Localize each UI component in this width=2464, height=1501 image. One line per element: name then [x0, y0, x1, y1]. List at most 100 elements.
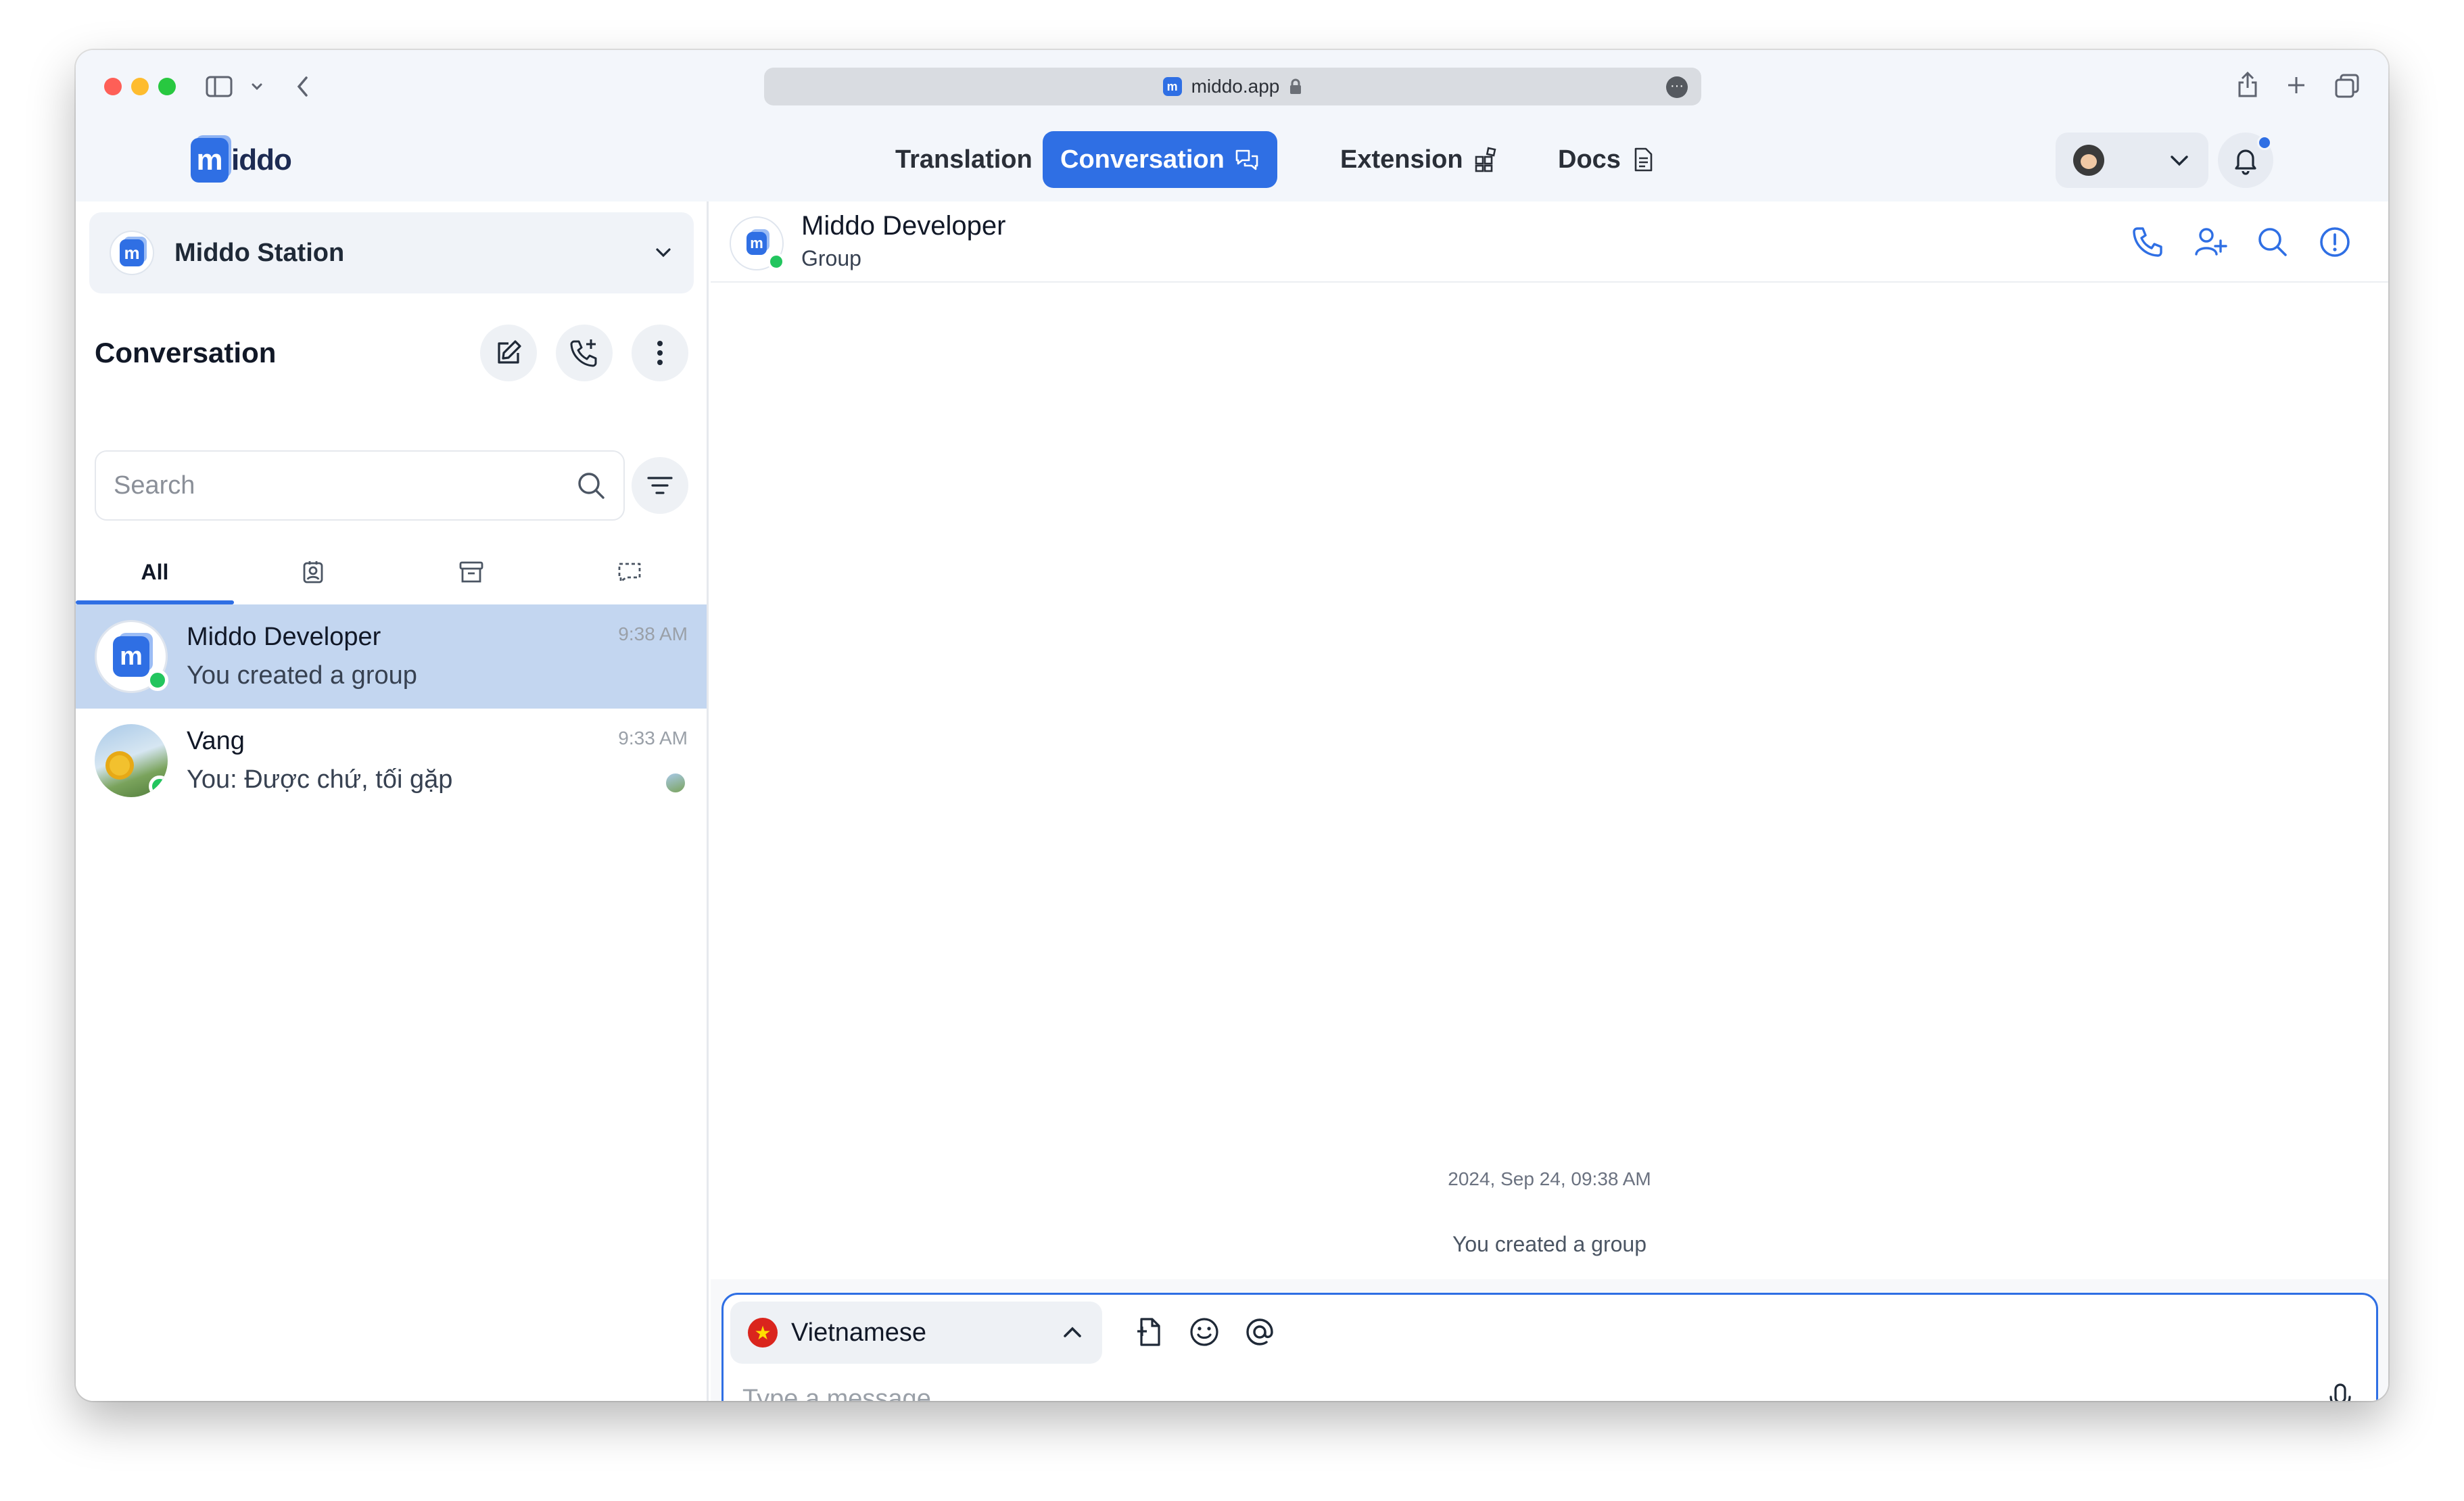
share-icon[interactable]	[2235, 70, 2260, 99]
close-window-button[interactable]	[104, 78, 122, 95]
mention-button[interactable]	[1241, 1314, 1278, 1350]
bell-icon	[2231, 145, 2260, 175]
system-message: You created a group	[1452, 1232, 1647, 1256]
chat-subtitle: Group	[801, 246, 861, 270]
station-name: Middo Station	[174, 238, 345, 267]
message-input[interactable]	[742, 1379, 2298, 1401]
conversation-time: 9:33 AM	[618, 728, 688, 748]
tab-label: All	[141, 559, 169, 584]
sidebar-title: Conversation	[95, 337, 277, 368]
message-composer: ★ Vietnamese	[721, 1293, 2378, 1401]
vietnam-flag-icon: ★	[748, 1318, 778, 1348]
conversation-avatar	[95, 724, 168, 797]
conversation-avatar: m	[95, 620, 168, 693]
station-avatar: m	[110, 231, 154, 275]
info-button[interactable]	[2317, 224, 2352, 260]
conversation-preview: You: Được chứ, tối gặp	[187, 765, 453, 794]
tab-contacts[interactable]	[234, 540, 392, 604]
nav-docs[interactable]: Docs	[1540, 131, 1674, 188]
nav-extension[interactable]: Extension	[1323, 131, 1516, 188]
language-label: Vietnamese	[791, 1318, 926, 1347]
chevron-down-icon	[653, 243, 673, 263]
tab-overview-icon[interactable]	[2334, 73, 2360, 99]
notifications-button[interactable]	[2218, 133, 2273, 188]
attach-file-button[interactable]	[1131, 1314, 1167, 1350]
tab-waiting[interactable]	[550, 540, 709, 604]
chat-header: m Middo Developer Group	[711, 201, 2388, 283]
zoom-window-button[interactable]	[158, 78, 176, 95]
conversation-item-vang[interactable]: Vang You: Được chứ, tối gặp 9:33 AM	[76, 709, 707, 813]
tab-all[interactable]: All	[76, 540, 234, 604]
conversation-time: 9:38 AM	[618, 623, 688, 644]
url-text: middo.app	[1191, 76, 1280, 97]
top-bar: m middo.app ··· m iddo Translation Conve…	[76, 50, 2388, 201]
sidebar-toggle-icon[interactable]	[206, 74, 233, 99]
minimize-window-button[interactable]	[131, 78, 149, 95]
nav-conversation[interactable]: Conversation	[1043, 131, 1277, 188]
search-input[interactable]	[114, 471, 576, 500]
contact-icon	[301, 560, 325, 584]
middo-logo-icon: m	[747, 232, 767, 255]
phone-plus-icon	[569, 337, 600, 368]
user-menu-button[interactable]	[2056, 133, 2208, 188]
message-timestamp: 2024, Sep 24, 09:38 AM	[1448, 1168, 1651, 1189]
online-status-dot	[149, 776, 168, 797]
new-tab-icon[interactable]	[2285, 74, 2307, 96]
conversation-item-middo-developer[interactable]: m Middo Developer You created a group 9:…	[76, 604, 707, 709]
document-icon	[1630, 147, 1656, 172]
dashed-chat-icon	[617, 560, 642, 584]
filter-icon	[646, 475, 673, 496]
nav-label: Conversation	[1060, 145, 1225, 174]
more-vertical-icon	[656, 339, 664, 366]
add-user-icon	[2193, 224, 2228, 260]
language-selector[interactable]: ★ Vietnamese	[730, 1302, 1102, 1364]
new-conversation-button[interactable]	[480, 325, 537, 381]
nav-label: Extension	[1340, 145, 1463, 174]
chevron-down-icon	[2168, 149, 2191, 172]
edit-icon	[494, 338, 523, 368]
phone-icon	[2131, 224, 2166, 260]
emoji-icon	[1186, 1314, 1223, 1350]
emoji-button[interactable]	[1186, 1314, 1223, 1350]
more-options-icon[interactable]: ···	[1666, 76, 1688, 98]
new-call-button[interactable]	[556, 325, 613, 381]
more-menu-button[interactable]	[632, 325, 688, 381]
browser-window: m middo.app ··· m iddo Translation Conve…	[76, 50, 2388, 1401]
middo-logo[interactable]: m iddo	[191, 138, 292, 183]
nav-label: Translation	[895, 145, 1033, 174]
filter-button[interactable]	[632, 457, 688, 514]
file-plus-icon	[1131, 1314, 1167, 1350]
chat-avatar[interactable]: m	[730, 216, 785, 270]
sidebar: m Middo Station Conversation Search All …	[76, 201, 709, 1401]
middo-logo-icon: m	[191, 138, 229, 183]
user-avatar	[2073, 145, 2104, 176]
at-sign-icon	[1241, 1314, 1278, 1350]
chat-panel: m Middo Developer Group 2024, Sep 24, 09…	[711, 201, 2388, 1401]
logo-text: iddo	[231, 143, 292, 176]
address-bar[interactable]: m middo.app ···	[764, 68, 1701, 105]
call-button[interactable]	[2131, 224, 2166, 260]
search-box[interactable]	[95, 450, 625, 521]
search-icon	[2255, 224, 2290, 260]
middo-logo-icon: m	[113, 636, 149, 677]
search-icon[interactable]	[576, 471, 606, 500]
search-messages-button[interactable]	[2255, 224, 2290, 260]
back-icon[interactable]	[293, 74, 311, 99]
nav-label: Docs	[1558, 145, 1621, 174]
seen-avatar	[665, 772, 686, 794]
microphone-icon	[2323, 1381, 2357, 1401]
site-favicon-icon: m	[1162, 77, 1182, 96]
archive-icon	[458, 560, 484, 584]
chevron-up-icon	[1060, 1320, 1085, 1345]
notification-dot	[2257, 135, 2272, 150]
add-member-button[interactable]	[2193, 224, 2228, 260]
sunflower-photo	[110, 755, 130, 776]
voice-input-button[interactable]	[2323, 1381, 2357, 1401]
chat-title[interactable]: Middo Developer	[801, 211, 1005, 241]
tab-archive[interactable]	[392, 540, 550, 604]
conversation-name: Middo Developer	[187, 623, 381, 651]
station-selector[interactable]: m Middo Station	[89, 212, 694, 293]
window-controls	[104, 78, 176, 95]
info-icon	[2317, 224, 2352, 260]
chevron-down-icon[interactable]	[250, 80, 264, 93]
